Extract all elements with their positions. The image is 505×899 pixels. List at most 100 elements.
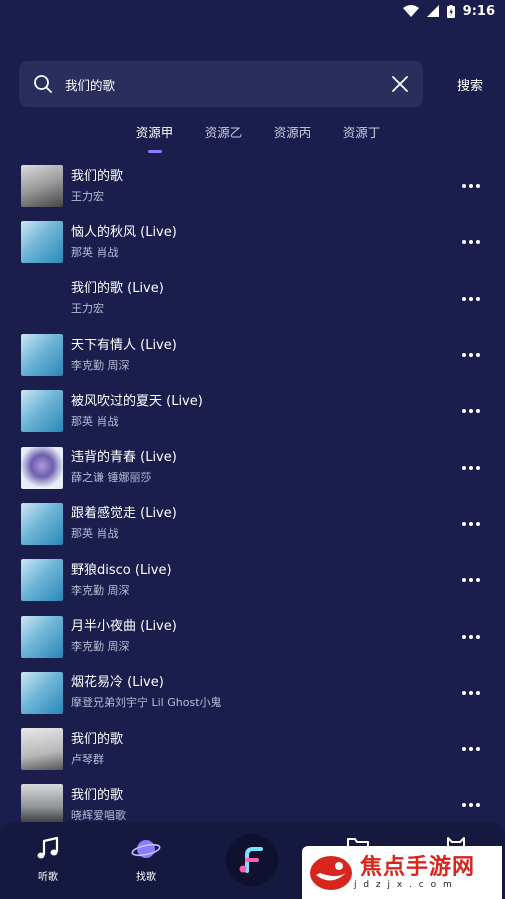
album-cover — [21, 446, 63, 489]
song-title: 我们的歌 (Live) — [71, 281, 164, 297]
song-artist: 卢琴群 — [71, 752, 104, 766]
song-text: 野狼disco (Live) 李克勤 周深 — [71, 563, 172, 598]
more-options-icon[interactable] — [461, 296, 481, 302]
more-options-icon[interactable] — [461, 690, 481, 696]
watermark-badge: 焦点手游网 j d z j x . c o m — [302, 846, 502, 899]
status-bar: 9:16 — [0, 0, 505, 22]
song-text: 我们的歌 (Live) 王力宏 — [71, 281, 164, 316]
music-note-icon — [37, 836, 59, 859]
watermark-logo-icon — [310, 855, 352, 890]
song-text: 天下有情人 (Live) 李克勤 周深 — [71, 338, 177, 373]
song-title: 我们的歌 — [71, 168, 124, 184]
song-row[interactable]: 违背的青春 (Live) 薛之谦 锤娜丽莎 — [0, 439, 505, 495]
more-options-icon[interactable] — [461, 634, 481, 640]
search-icon — [34, 75, 52, 93]
more-options-icon[interactable] — [461, 521, 481, 527]
tab-active-indicator — [147, 150, 162, 153]
song-row[interactable]: 恼人的秋风 (Live) 那英 肖战 — [0, 214, 505, 270]
song-text: 月半小夜曲 (Live) 李克勤 周深 — [71, 619, 177, 654]
song-text: 我们的歌 卢琴群 — [71, 732, 123, 767]
album-cover — [21, 334, 63, 377]
song-artist: 那英 肖战 — [71, 527, 119, 541]
album-cover — [21, 502, 63, 545]
battery-icon — [446, 4, 455, 18]
song-title: 恼人的秋风 (Live) — [71, 224, 177, 240]
song-artist: 那英 肖战 — [71, 414, 119, 428]
search-box[interactable] — [19, 61, 423, 107]
nav-item-find[interactable]: 找歌 — [116, 836, 176, 883]
album-cover — [21, 221, 63, 264]
more-options-icon[interactable] — [461, 183, 481, 189]
album-cover — [21, 278, 63, 320]
song-title: 我们的歌 — [71, 787, 124, 803]
watermark-url: j d z j x . c o m — [354, 879, 454, 890]
song-row[interactable]: 我们的歌 卢琴群 — [0, 721, 505, 777]
song-artist: 李克勤 周深 — [71, 358, 130, 372]
song-row[interactable]: 跟着感觉走 (Live) 那英 肖战 — [0, 496, 505, 552]
song-artist: 王力宏 — [71, 302, 104, 316]
close-icon[interactable] — [389, 73, 411, 95]
search-row: 搜索 — [19, 61, 489, 107]
nav-item-listen[interactable]: 听歌 — [18, 836, 78, 883]
song-title: 天下有情人 (Live) — [71, 337, 177, 353]
album-cover — [21, 165, 63, 208]
planet-icon — [131, 840, 161, 858]
song-artist: 薛之谦 锤娜丽莎 — [71, 471, 152, 485]
song-artist: 李克勤 周深 — [71, 583, 130, 597]
song-text: 跟着感觉走 (Live) 那英 肖战 — [71, 506, 177, 541]
more-options-icon[interactable] — [461, 802, 481, 808]
more-options-icon[interactable] — [461, 408, 481, 414]
song-row[interactable]: 月半小夜曲 (Live) 李克勤 周深 — [0, 608, 505, 664]
song-title: 我们的歌 — [71, 731, 124, 747]
tab-label: 资源乙 — [204, 125, 243, 140]
song-text: 烟花易冷 (Live) 摩登兄弟刘宇宁 Lil Ghost小鬼 — [71, 675, 222, 710]
tab-source-c[interactable]: 资源丙 — [258, 122, 327, 152]
more-options-icon[interactable] — [461, 239, 481, 245]
tab-source-a[interactable]: 资源甲 — [120, 122, 189, 153]
song-artist: 摩登兄弟刘宇宁 Lil Ghost小鬼 — [71, 696, 222, 710]
album-cover — [21, 390, 63, 433]
search-input[interactable] — [65, 76, 381, 92]
song-list: 我们的歌 王力宏 恼人的秋风 (Live) 那英 肖战 我们的歌 (Live) 王力宏 天下… — [0, 158, 505, 834]
song-text: 被风吹过的夏天 (Live) 那英 肖战 — [71, 394, 203, 429]
song-artist: 那英 肖战 — [71, 245, 119, 259]
wifi-icon — [402, 5, 419, 17]
song-row[interactable]: 天下有情人 (Live) 李克勤 周深 — [0, 327, 505, 383]
song-title: 违背的青春 (Live) — [71, 450, 177, 466]
song-title: 月半小夜曲 (Live) — [71, 619, 177, 635]
tab-source-d[interactable]: 资源丁 — [327, 122, 396, 152]
album-cover — [21, 728, 63, 771]
watermark-text: 焦点手游网 — [360, 854, 476, 880]
song-row[interactable]: 野狼disco (Live) 李克勤 周深 — [0, 552, 505, 608]
tab-label: 资源甲 — [135, 125, 174, 140]
album-cover — [21, 784, 63, 827]
more-options-icon[interactable] — [461, 746, 481, 752]
song-text: 我们的歌 王力宏 — [71, 169, 123, 204]
song-title: 跟着感觉走 (Live) — [71, 506, 177, 522]
album-cover — [21, 559, 63, 602]
more-options-icon[interactable] — [461, 577, 481, 583]
status-time: 9:16 — [462, 3, 495, 19]
song-row[interactable]: 我们的歌 王力宏 — [0, 158, 505, 214]
album-cover — [21, 671, 63, 714]
tab-source-b[interactable]: 资源乙 — [189, 122, 258, 152]
app-logo-icon — [239, 847, 263, 873]
song-title: 烟花易冷 (Live) — [71, 675, 164, 691]
song-text: 违背的青春 (Live) 薛之谦 锤娜丽莎 — [71, 450, 177, 485]
tab-label: 资源丁 — [342, 125, 381, 140]
nav-label: 听歌 — [38, 872, 58, 883]
more-options-icon[interactable] — [461, 352, 481, 358]
source-tabs: 资源甲 资源乙 资源丙 资源丁 — [120, 122, 396, 153]
song-row[interactable]: 我们的歌 (Live) 王力宏 — [0, 271, 505, 327]
tab-label: 资源丙 — [273, 125, 312, 140]
song-row[interactable]: 烟花易冷 (Live) 摩登兄弟刘宇宁 Lil Ghost小鬼 — [0, 665, 505, 721]
more-options-icon[interactable] — [461, 465, 481, 471]
song-title: 被风吹过的夏天 (Live) — [71, 393, 203, 409]
song-artist: 李克勤 周深 — [71, 640, 130, 654]
signal-icon — [426, 5, 439, 17]
player-button[interactable] — [226, 834, 278, 886]
song-row[interactable]: 被风吹过的夏天 (Live) 那英 肖战 — [0, 383, 505, 439]
nav-label: 找歌 — [136, 872, 156, 883]
song-artist: 王力宏 — [71, 189, 104, 203]
search-button[interactable]: 搜索 — [457, 75, 489, 94]
